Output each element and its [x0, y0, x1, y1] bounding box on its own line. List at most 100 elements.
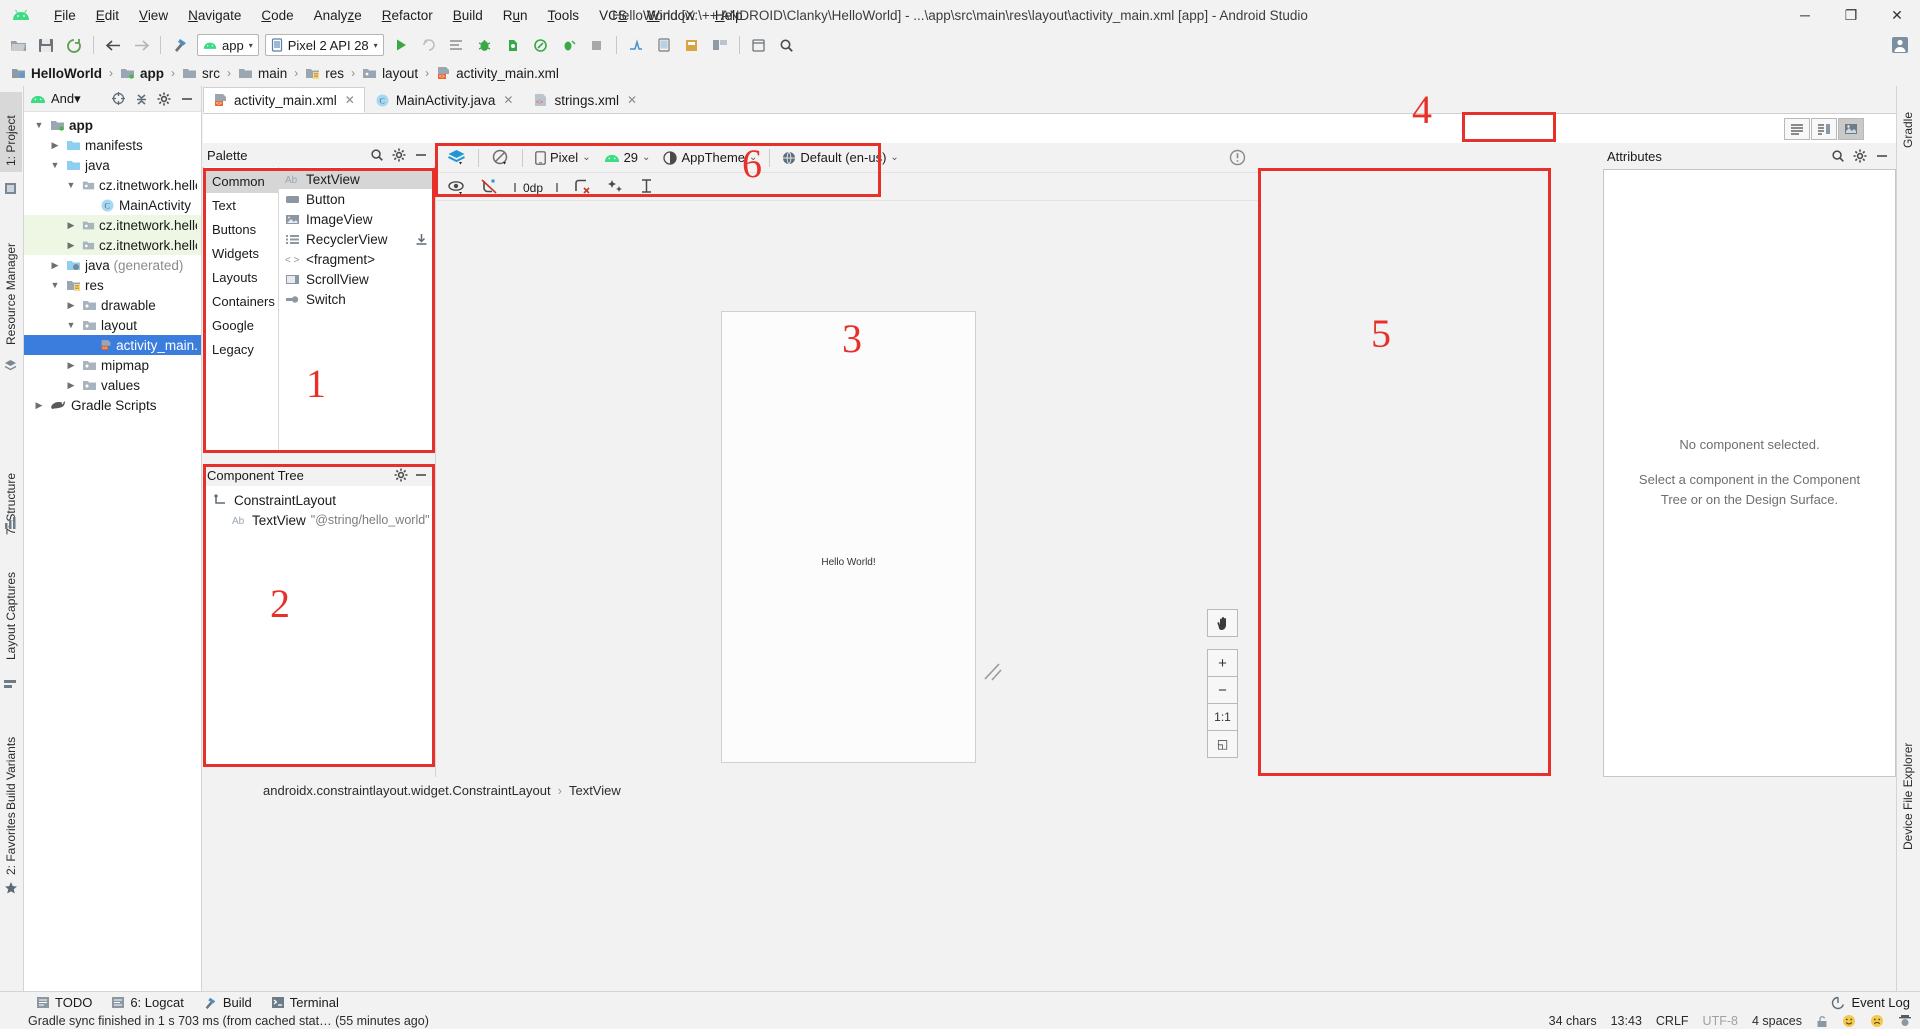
menu-tools[interactable]: Tools [538, 4, 590, 27]
menu-file[interactable]: File [44, 4, 86, 27]
palette-cat-layouts[interactable]: Layouts [204, 265, 278, 289]
show-constraints-button[interactable] [444, 176, 469, 198]
infer-constraints-button[interactable] [603, 176, 628, 198]
search-everywhere-icon[interactable] [774, 32, 800, 58]
device-dropdown[interactable]: Pixel ⌄ [530, 146, 596, 170]
tree-expander[interactable]: ▶ [64, 300, 78, 311]
rerun-icon[interactable] [416, 32, 442, 58]
breadcrumb-item-6[interactable]: <> activity_main.xml [433, 66, 562, 81]
menu-analyze[interactable]: Analyze [304, 4, 372, 27]
breadcrumb-item-0[interactable]: HelloWorld [8, 66, 105, 81]
tab-close-icon[interactable]: ✕ [627, 93, 637, 107]
rail-build-icon[interactable] [3, 678, 17, 692]
attributes-search-icon[interactable] [1828, 146, 1848, 166]
tab-close-icon[interactable]: ✕ [345, 93, 355, 107]
rail-item-favorites[interactable]: 2: Favorites [0, 786, 22, 881]
avd-manager-icon[interactable] [651, 32, 677, 58]
tree-row[interactable]: <> activity_main.xm [24, 335, 201, 355]
forward-arrow-icon[interactable] [128, 32, 154, 58]
menu-navigate[interactable]: Navigate [178, 4, 251, 27]
palette-item-switch[interactable]: Switch [279, 289, 434, 309]
favorites-star-icon[interactable] [4, 881, 18, 895]
collapse-all-icon[interactable] [131, 89, 151, 109]
orientation-button[interactable] [486, 146, 515, 170]
component-breadcrumb-child[interactable]: TextView [569, 783, 621, 798]
component-row-textview[interactable]: Ab TextView "@string/hello_world" [204, 510, 434, 530]
status-inspector-icon[interactable] [1898, 1014, 1912, 1028]
palette-item-imageview[interactable]: ImageView [279, 209, 434, 229]
zoom-fit-screen-button[interactable]: ◱ [1207, 730, 1238, 758]
clear-constraints-button[interactable] [570, 176, 595, 198]
bottom-item-todo[interactable]: TODO [28, 993, 100, 1012]
profile-icon[interactable] [500, 32, 526, 58]
status-indent[interactable]: 4 spaces [1752, 1014, 1802, 1028]
scroll-from-source-icon[interactable] [108, 89, 128, 109]
component-tree-hide-icon[interactable] [411, 465, 431, 485]
project-panel-title[interactable]: And▾ [51, 91, 105, 107]
palette-cat-containers[interactable]: Containers [204, 289, 278, 313]
breadcrumb-item-4[interactable]: res [302, 66, 347, 81]
run-tests-icon[interactable] [556, 32, 582, 58]
zoom-out-button[interactable]: − [1207, 676, 1238, 704]
design-mode-button[interactable] [1838, 118, 1864, 140]
rail-layers-icon[interactable] [3, 358, 18, 373]
event-log-group[interactable]: Event Log [1831, 995, 1910, 1010]
rail-item-layout-captures[interactable]: Layout Captures [0, 546, 22, 666]
back-arrow-icon[interactable] [100, 32, 126, 58]
module-selector[interactable]: app ▾ [197, 34, 259, 56]
theme-dropdown[interactable]: AppTheme ⌄ [658, 146, 762, 170]
sdk-manager-icon[interactable] [623, 32, 649, 58]
attributes-hide-icon[interactable] [1872, 146, 1892, 166]
build-hammer-icon[interactable] [167, 32, 193, 58]
component-breadcrumb-root[interactable]: androidx.constraintlayout.widget.Constra… [263, 783, 551, 798]
tree-row[interactable]: ▼ res [24, 275, 201, 295]
breadcrumb-item-2[interactable]: src [179, 66, 223, 81]
component-row-constraintlayout[interactable]: ConstraintLayout [204, 490, 434, 510]
tree-expander[interactable]: ▼ [48, 160, 62, 170]
tree-expander[interactable]: ▼ [64, 180, 78, 190]
attach-debugger-icon[interactable] [528, 32, 554, 58]
tree-row[interactable]: ▼ app [24, 115, 201, 135]
tree-row[interactable]: ▶ java (generated) [24, 255, 201, 275]
tab-strings-xml[interactable]: <> strings.xml ✕ [523, 87, 647, 113]
open-folder-icon[interactable] [5, 32, 31, 58]
locale-dropdown[interactable]: Default (en-us) ⌄ [777, 146, 903, 170]
tree-expander[interactable]: ▼ [32, 120, 46, 130]
tree-row[interactable]: ▶ drawable [24, 295, 201, 315]
tree-row[interactable]: ▶ cz.itnetwork.hellow [24, 235, 201, 255]
tree-expander[interactable]: ▶ [64, 220, 78, 231]
tree-row[interactable]: ▼ cz.itnetwork.hellow [24, 175, 201, 195]
autoconnect-button[interactable] [477, 176, 502, 198]
pan-tool-button[interactable] [1207, 609, 1238, 637]
status-happy-face-icon[interactable] [1842, 1014, 1856, 1028]
tree-row[interactable]: ▶ Gradle Scripts [24, 395, 201, 415]
project-settings-gear-icon[interactable] [154, 89, 174, 109]
tree-expander[interactable]: ▶ [48, 260, 62, 271]
breadcrumb-item-5[interactable]: layout [359, 66, 421, 81]
rail-item-resource-manager[interactable]: Resource Manager [0, 211, 22, 351]
settings-gear-icon[interactable] [746, 32, 772, 58]
tree-row[interactable]: ▼ java [24, 155, 201, 175]
bottom-item-terminal[interactable]: Terminal [263, 993, 347, 1012]
palette-hide-icon[interactable] [411, 145, 431, 165]
close-button[interactable]: ✕ [1874, 0, 1920, 30]
baseline-align-button[interactable] [636, 176, 657, 198]
status-line-separator[interactable]: CRLF [1656, 1014, 1689, 1028]
tree-row[interactable]: ▶ cz.itnetwork.hellow [24, 215, 201, 235]
tree-expander[interactable]: ▶ [48, 140, 62, 151]
tree-expander[interactable]: ▼ [48, 280, 62, 290]
palette-cat-text[interactable]: Text [204, 193, 278, 217]
tree-row[interactable]: ▶ mipmap [24, 355, 201, 375]
palette-item-button[interactable]: Button [279, 189, 434, 209]
tab-mainactivity-java[interactable]: C MainActivity.java ✕ [365, 87, 524, 113]
api-dropdown[interactable]: 29 ⌄ [599, 146, 656, 170]
palette-item-fragment[interactable]: < > <fragment> [279, 249, 434, 269]
palette-cat-legacy[interactable]: Legacy [204, 337, 278, 361]
status-lock-icon[interactable] [1816, 1015, 1828, 1028]
palette-item-textview[interactable]: Ab TextView [279, 169, 434, 189]
default-margin-control[interactable]: 0dp [510, 176, 562, 198]
status-sad-face-icon[interactable] [1870, 1014, 1884, 1028]
code-mode-button[interactable] [1784, 118, 1810, 140]
rail-item-device-file-explorer[interactable]: Device File Explorer [1897, 701, 1919, 856]
tree-expander[interactable]: ▶ [32, 400, 46, 411]
